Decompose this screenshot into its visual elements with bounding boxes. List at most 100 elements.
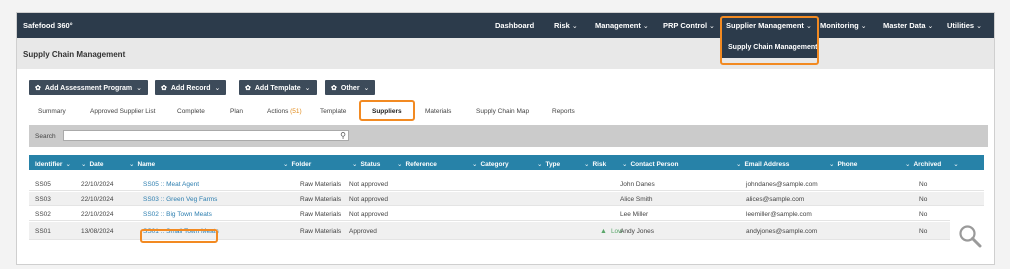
column-label: Category xyxy=(480,161,509,168)
cell-contact: Lee Miller xyxy=(620,211,649,218)
column-header-contact-person[interactable]: ⌄ Contact Person xyxy=(622,160,679,168)
add-assessment-program-button[interactable]: ✿ Add Assessment Program ⌄ xyxy=(29,80,149,95)
column-label: Folder xyxy=(291,161,312,168)
brand-logo[interactable]: Safefood 360° xyxy=(23,21,73,30)
chevron-down-icon: ⌄ xyxy=(736,161,742,168)
cell-archived: No xyxy=(919,196,928,203)
search-icon[interactable]: ⚲ xyxy=(340,131,346,140)
button-label: Add Template xyxy=(254,85,301,92)
column-header-date[interactable]: ⌄ Date xyxy=(81,160,104,168)
column-header-identifier[interactable]: Identifier ⌄ xyxy=(35,160,71,168)
nav-label: Dashboard xyxy=(495,21,535,30)
chevron-down-icon: ⌄ xyxy=(363,85,370,92)
cell-email: alices@sample.com xyxy=(746,196,805,203)
nav-label: PRP Control xyxy=(663,21,708,30)
column-header-risk[interactable]: ⌄ Risk xyxy=(584,160,606,168)
cell-archived: No xyxy=(919,181,928,188)
add-record-button[interactable]: ✿ Add Record ⌄ xyxy=(155,80,227,95)
column-header-archived[interactable]: ⌄ Archived ⌄ xyxy=(905,160,959,168)
chevron-down-icon: ⌄ xyxy=(571,23,578,30)
column-header-category[interactable]: ⌄ Category xyxy=(472,160,509,168)
nav-monitoring[interactable]: Monitoring ⌄ xyxy=(820,21,867,30)
chevron-down-icon: ⌄ xyxy=(642,23,649,30)
gear-icon: ✿ xyxy=(331,85,337,92)
nav-label: Master Data xyxy=(883,21,926,30)
column-header-email-address[interactable]: ⌄ Email Address xyxy=(736,160,789,168)
cell-archived: No xyxy=(919,228,928,235)
cell-identifier: SS03 xyxy=(35,196,51,203)
nav-prp-control[interactable]: PRP Control ⌄ xyxy=(663,21,715,30)
tab-plan[interactable]: Plan xyxy=(230,108,243,115)
gear-icon: ✿ xyxy=(245,85,251,92)
table-row[interactable]: SS02 22/10/2024 SS02 :: Big Town Meats R… xyxy=(29,207,984,221)
chevron-down-icon: ⌄ xyxy=(397,161,403,168)
cell-status: Not approved xyxy=(349,211,389,218)
cell-name-link[interactable]: SS02 :: Big Town Meats xyxy=(143,211,212,218)
chevron-down-icon: ⌄ xyxy=(829,161,835,168)
column-header-phone[interactable]: ⌄ Phone xyxy=(829,160,857,168)
table-row[interactable]: SS05 22/10/2024 SS05 :: Meat Agent Raw M… xyxy=(29,177,984,191)
nav-dashboard[interactable]: Dashboard xyxy=(495,21,534,30)
highlight-small-town-meats xyxy=(140,229,218,243)
column-label: Contact Person xyxy=(630,161,679,168)
nav-label: Management xyxy=(595,21,641,30)
gear-icon: ✿ xyxy=(35,85,41,92)
cell-identifier: SS01 xyxy=(35,228,51,235)
cell-name-link[interactable]: SS03 :: Green Veg Farms xyxy=(143,196,217,203)
tab-template[interactable]: Template xyxy=(320,108,346,115)
chevron-down-icon: ⌄ xyxy=(905,161,911,168)
chevron-down-icon: ⌄ xyxy=(927,23,934,30)
nav-risk[interactable]: Risk ⌄ xyxy=(554,21,578,30)
cell-folder: Raw Materials xyxy=(300,181,342,188)
cell-folder: Raw Materials xyxy=(300,196,342,203)
column-header-reference[interactable]: ⌄ Reference xyxy=(397,160,437,168)
button-label: Other xyxy=(340,85,360,92)
nav-utilities[interactable]: Utilities ⌄ xyxy=(947,21,982,30)
cell-identifier: SS05 xyxy=(35,181,51,188)
chevron-down-icon: ⌄ xyxy=(537,161,543,168)
chevron-down-icon: ⌄ xyxy=(65,161,71,168)
add-template-button[interactable]: ✿ Add Template ⌄ xyxy=(239,80,317,95)
search-input[interactable]: ⚲ xyxy=(63,130,349,141)
column-header-status[interactable]: ⌄ Status xyxy=(352,160,380,168)
other-button[interactable]: ✿ Other ⌄ xyxy=(325,80,376,95)
column-label: Date xyxy=(89,161,104,168)
chevron-down-icon: ⌄ xyxy=(953,161,959,168)
button-label: Add Assessment Program xyxy=(44,85,133,92)
tab-complete[interactable]: Complete xyxy=(177,108,205,115)
nav-label: Monitoring xyxy=(820,21,859,30)
column-label: Email Address xyxy=(744,161,790,168)
cell-contact: Alice Smith xyxy=(620,196,653,203)
tab-summary[interactable]: Summary xyxy=(38,108,66,115)
chevron-down-icon: ⌄ xyxy=(584,161,590,168)
zoom-button[interactable] xyxy=(950,216,990,256)
cell-status: Not approved xyxy=(349,196,389,203)
table-row[interactable]: SS03 22/10/2024 SS03 :: Green Veg Farms … xyxy=(29,192,984,206)
tab-label: Actions xyxy=(267,108,289,115)
column-label: Identifier xyxy=(35,161,63,168)
cell-name-link[interactable]: SS05 :: Meat Agent xyxy=(143,181,199,188)
tab-reports[interactable]: Reports xyxy=(552,108,575,115)
column-label: Phone xyxy=(837,161,858,168)
tab-supply-chain-map[interactable]: Supply Chain Map xyxy=(476,108,529,115)
search-bar: Search ⚲ xyxy=(29,125,988,147)
button-label: Add Record xyxy=(170,85,211,92)
nav-master-data[interactable]: Master Data ⌄ xyxy=(883,21,933,30)
cell-identifier: SS02 xyxy=(35,211,51,218)
tab-materials[interactable]: Materials xyxy=(425,108,451,115)
tab-approved-supplier-list[interactable]: Approved Supplier List xyxy=(90,108,155,115)
chevron-down-icon: ⌄ xyxy=(129,161,135,168)
tab-actions[interactable]: Actions (51) xyxy=(267,108,302,115)
column-label: Status xyxy=(360,161,381,168)
page-title: Supply Chain Management xyxy=(23,50,126,59)
column-header-name[interactable]: ⌄ Name xyxy=(129,160,155,168)
cell-email: leemiller@sample.com xyxy=(746,211,812,218)
column-header-type[interactable]: ⌄ Type xyxy=(537,160,560,168)
column-header-folder[interactable]: ⌄ Folder xyxy=(283,160,311,168)
cell-date: 13/08/2024 xyxy=(81,228,114,235)
cell-folder: Raw Materials xyxy=(300,211,342,218)
top-navbar: Safefood 360° Dashboard Risk ⌄ Management… xyxy=(17,13,994,38)
magnifier-icon xyxy=(959,225,982,248)
nav-management[interactable]: Management ⌄ xyxy=(595,21,649,30)
chevron-down-icon: ⌄ xyxy=(283,161,289,168)
